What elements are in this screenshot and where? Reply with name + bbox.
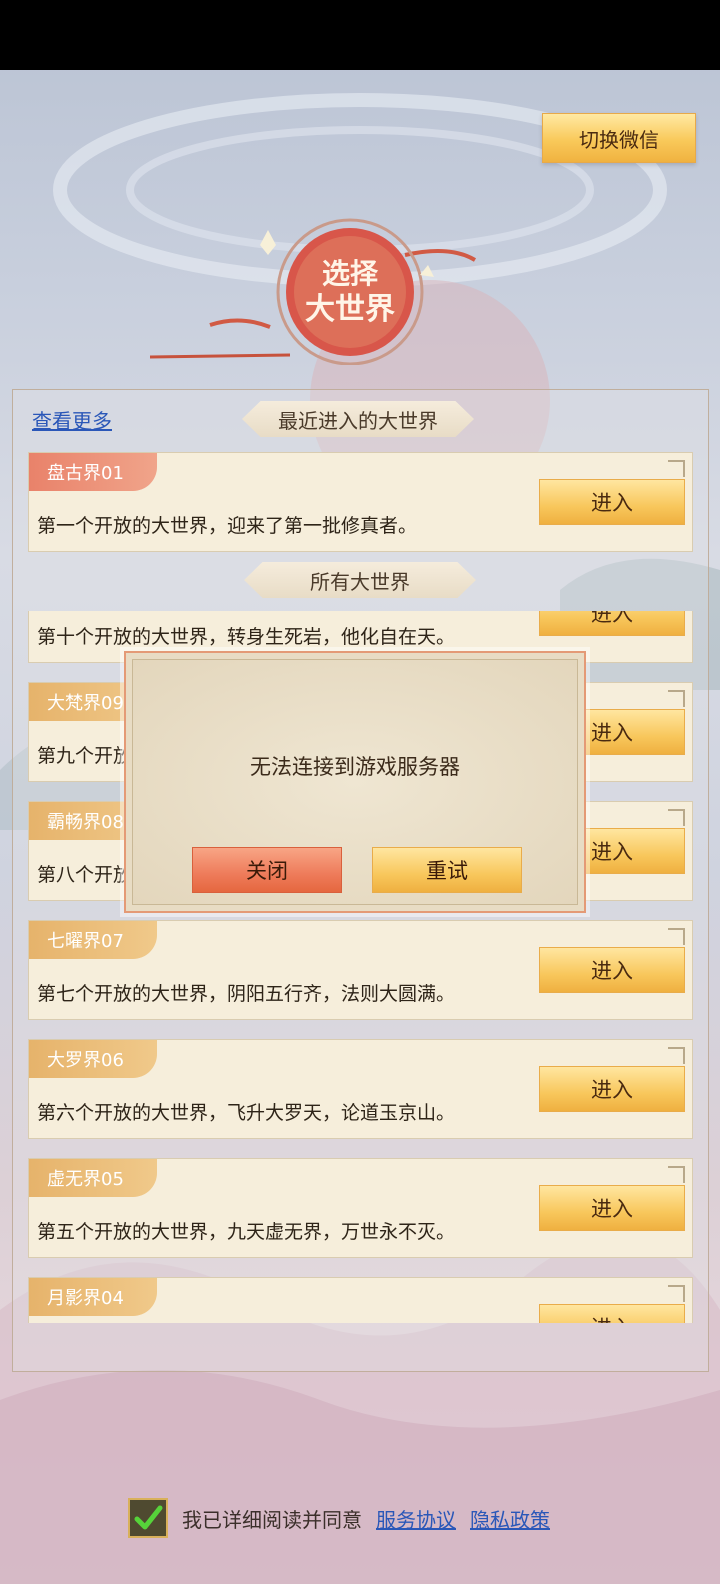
world-description: 第六个开放的大世界，飞升大罗天，论道玉京山。 xyxy=(37,1102,456,1124)
switch-wechat-button[interactable]: 切换微信 xyxy=(542,113,696,163)
emblem-text-line1: 选择 xyxy=(322,257,379,290)
enter-button[interactable]: 进入 xyxy=(539,1066,685,1112)
emblem-text-line2: 大世界 xyxy=(305,292,395,327)
enter-button[interactable]: 进入 xyxy=(539,479,685,525)
corner-ornament-icon xyxy=(668,809,685,826)
select-world-emblem: 选择 大世界 xyxy=(149,215,480,366)
dialog-message: 无法连接到游戏服务器 xyxy=(250,755,460,779)
close-button[interactable]: 关闭 xyxy=(192,847,342,893)
enter-button[interactable]: 进入 xyxy=(539,1304,685,1323)
retry-button[interactable]: 重试 xyxy=(372,847,522,893)
corner-ornament-icon xyxy=(668,690,685,707)
corner-ornament-icon xyxy=(668,1166,685,1183)
world-description: 第九个开放 xyxy=(37,745,133,767)
enter-button[interactable]: 进入 xyxy=(539,611,685,636)
world-tag: 盘古界01 xyxy=(29,453,157,491)
view-more-link[interactable]: 查看更多 xyxy=(32,405,112,434)
world-card: 大罗界06 第六个开放的大世界，飞升大罗天，论道玉京山。 进入 xyxy=(28,1039,693,1139)
world-description: 第五个开放的大世界，九天虚无界，万世永不灭。 xyxy=(37,1221,456,1243)
world-description: 第七个开放的大世界，阴阳五行齐，法则大圆满。 xyxy=(37,983,456,1005)
recent-worlds-title: 最近进入的大世界 xyxy=(242,401,474,437)
agreement-text: 我已详细阅读并同意 xyxy=(182,1507,362,1532)
world-card: 虚无界05 第五个开放的大世界，九天虚无界，万世永不灭。 进入 xyxy=(28,1158,693,1258)
service-agreement-link[interactable]: 服务协议 xyxy=(376,1504,456,1533)
world-card: 七曜界07 第七个开放的大世界，阴阳五行齐，法则大圆满。 进入 xyxy=(28,920,693,1020)
enter-button[interactable]: 进入 xyxy=(539,1185,685,1231)
privacy-policy-link[interactable]: 隐私政策 xyxy=(470,1504,550,1533)
connection-error-dialog: 无法连接到游戏服务器 关闭 重试 xyxy=(124,651,586,913)
world-description: 第一个开放的大世界，迎来了第一批修真者。 xyxy=(37,515,418,537)
recent-world-card: 盘古界01 第一个开放的大世界，迎来了第一批修真者。 进入 xyxy=(28,452,693,552)
all-worlds-title: 所有大世界 xyxy=(244,562,476,598)
corner-ornament-icon xyxy=(668,460,685,477)
world-tag: 七曜界07 xyxy=(29,921,157,959)
corner-ornament-icon xyxy=(668,1047,685,1064)
agreement-checkbox[interactable] xyxy=(128,1498,168,1538)
world-card: 月影界04 进入 xyxy=(28,1277,693,1323)
checkmark-icon xyxy=(134,1505,163,1530)
world-tag: 月影界04 xyxy=(29,1278,157,1316)
enter-button[interactable]: 进入 xyxy=(539,947,685,993)
corner-ornament-icon xyxy=(668,1285,685,1302)
world-tag: 大罗界06 xyxy=(29,1040,157,1078)
corner-ornament-icon xyxy=(668,928,685,945)
status-bar xyxy=(0,0,720,70)
world-description: 第十个开放的大世界，转身生死岩，他化自在天。 xyxy=(37,626,456,648)
world-tag: 虚无界05 xyxy=(29,1159,157,1197)
agreement-row: 我已详细阅读并同意 服务协议 隐私政策 xyxy=(128,1497,550,1539)
world-description: 第八个开放 xyxy=(37,864,133,886)
